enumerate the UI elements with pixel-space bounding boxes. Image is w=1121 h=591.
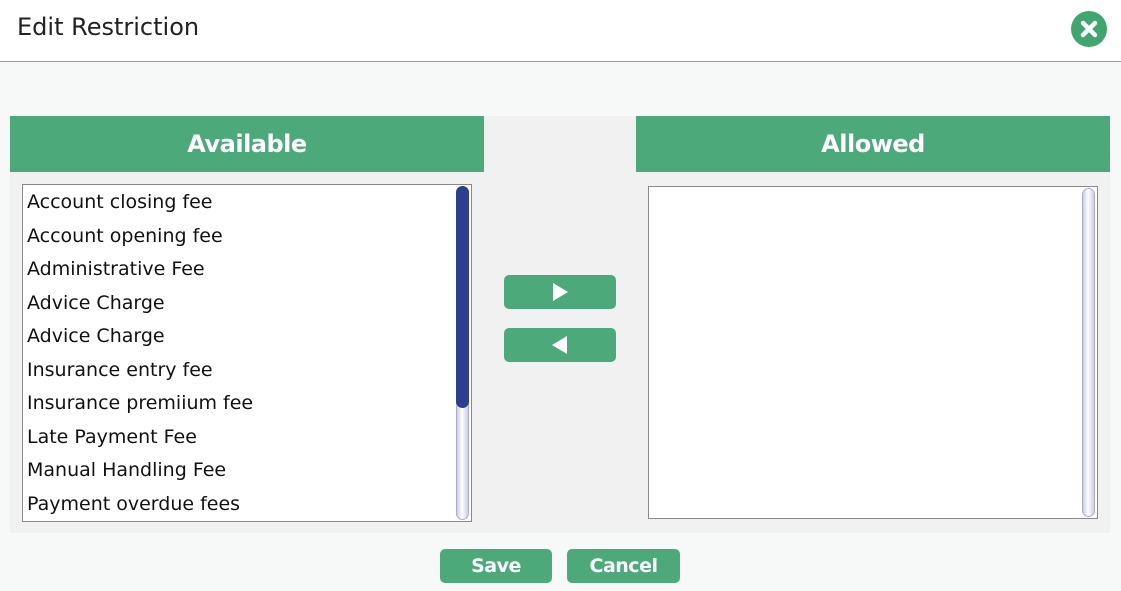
list-item[interactable]: Late Payment Fee bbox=[27, 421, 197, 454]
cancel-button[interactable]: Cancel bbox=[567, 549, 680, 583]
list-item[interactable]: Payment overdue fees bbox=[27, 488, 240, 521]
close-circle-icon bbox=[1080, 20, 1098, 38]
triangle-right-icon bbox=[553, 283, 568, 301]
allowed-scrollbar-track[interactable] bbox=[1082, 188, 1095, 517]
allowed-listbox[interactable] bbox=[648, 186, 1098, 519]
list-item[interactable]: Account opening fee bbox=[27, 220, 223, 253]
dialog-title: Edit Restriction bbox=[17, 13, 200, 41]
list-item[interactable]: Administrative Fee bbox=[27, 253, 205, 286]
save-button[interactable]: Save bbox=[440, 549, 552, 583]
edit-restriction-dialog: Edit Restriction Available Allowed Accou… bbox=[0, 0, 1121, 591]
list-item[interactable]: Insurance premiium fee bbox=[27, 387, 253, 420]
move-to-available-button[interactable] bbox=[504, 328, 616, 362]
available-listbox[interactable]: Account closing fee Account opening fee … bbox=[22, 184, 472, 522]
restriction-panel: Available Allowed Account closing fee Ac… bbox=[10, 116, 1110, 533]
list-item[interactable]: Manual Handling Fee bbox=[27, 454, 226, 487]
list-item[interactable]: Account closing fee bbox=[27, 186, 213, 219]
triangle-left-icon bbox=[552, 336, 567, 354]
list-item[interactable]: Advice Charge bbox=[27, 320, 165, 353]
dialog-titlebar: Edit Restriction bbox=[0, 0, 1121, 62]
list-item[interactable]: Advice Charge bbox=[27, 287, 165, 320]
available-scrollbar-thumb[interactable] bbox=[456, 186, 469, 408]
available-header: Available bbox=[10, 116, 484, 172]
move-to-allowed-button[interactable] bbox=[504, 275, 616, 309]
allowed-header: Allowed bbox=[636, 116, 1110, 172]
list-item[interactable]: Insurance entry fee bbox=[27, 354, 213, 387]
close-button[interactable] bbox=[1071, 11, 1107, 47]
